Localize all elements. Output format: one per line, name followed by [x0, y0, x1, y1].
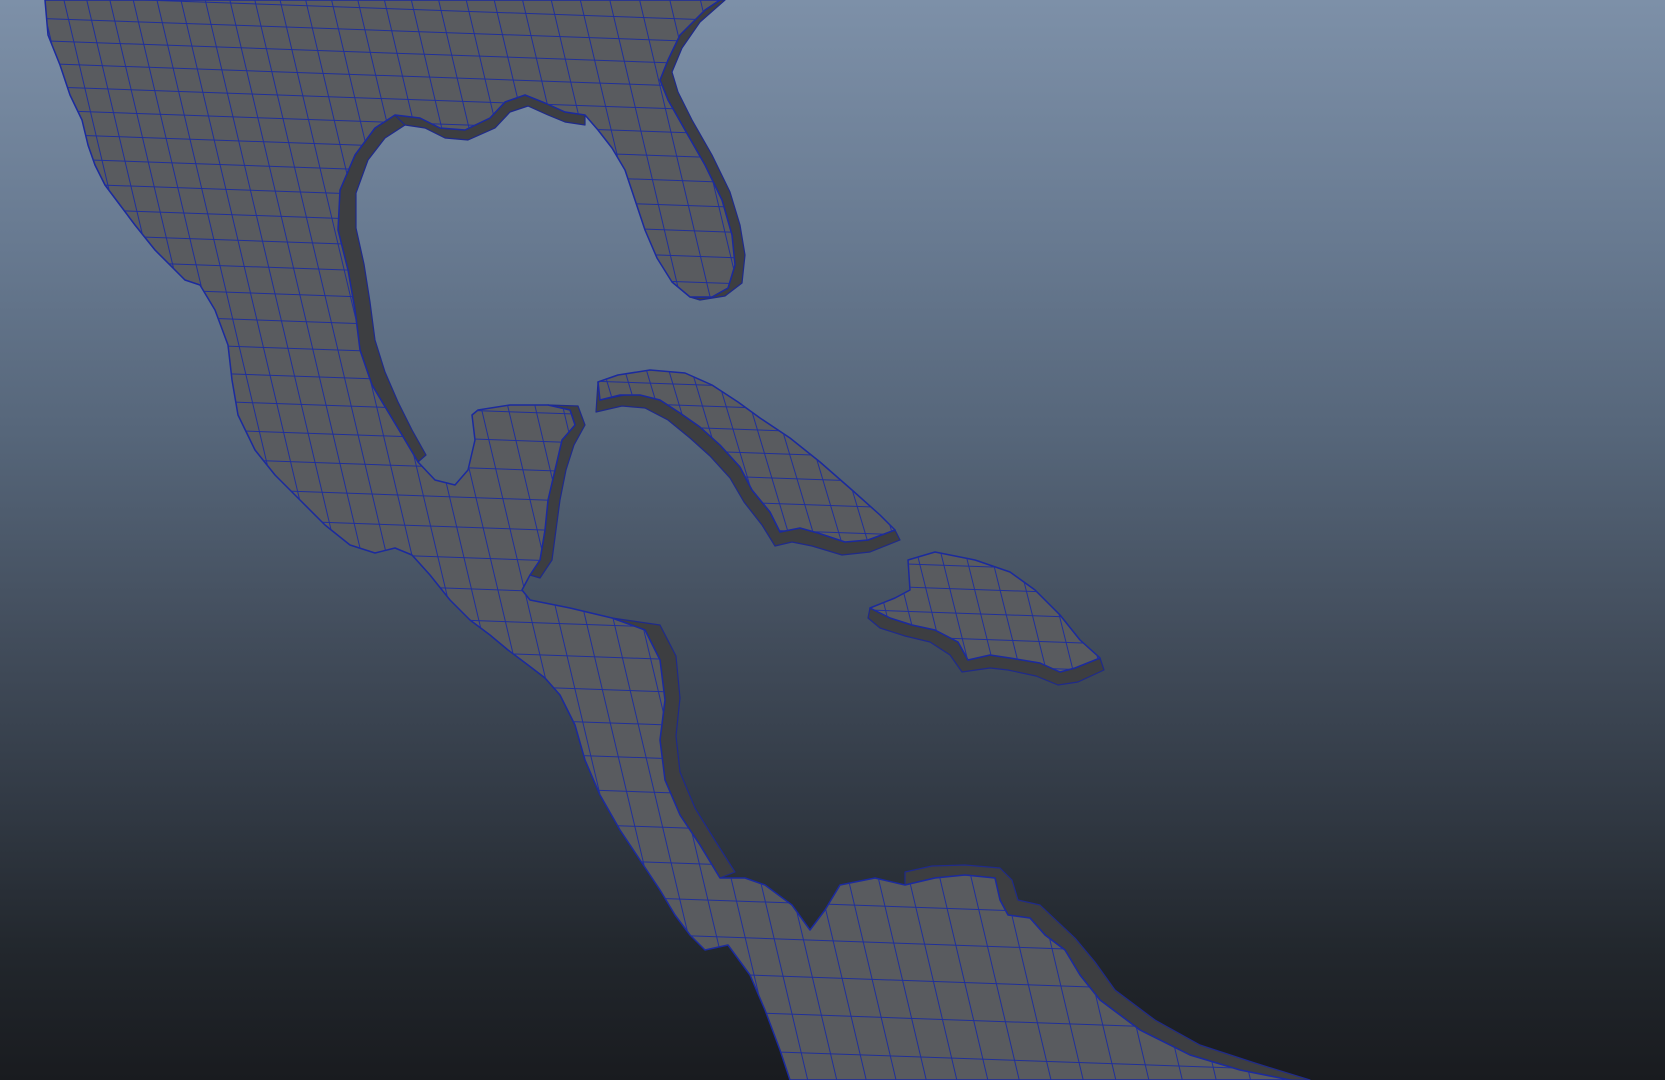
viewport-scene[interactable] — [0, 0, 1665, 1080]
3d-viewport[interactable] — [0, 0, 1665, 1080]
